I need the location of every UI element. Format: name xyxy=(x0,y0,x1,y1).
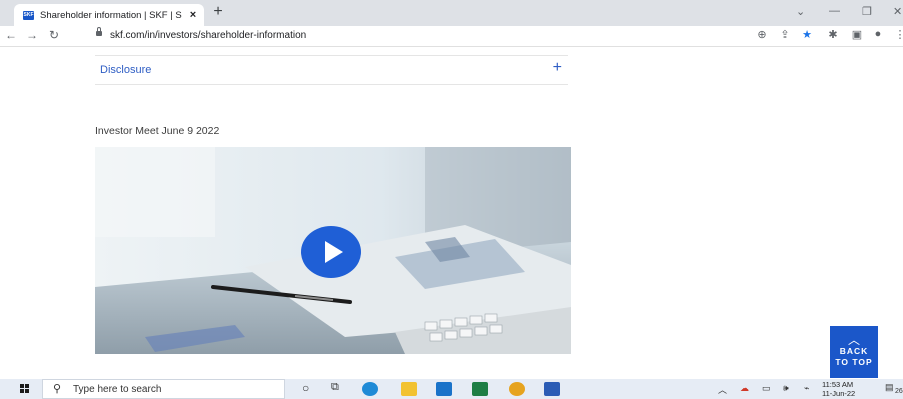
back-to-top-button[interactable]: ︿ BACK TO TOP xyxy=(830,326,878,378)
disclosure-accordion[interactable]: Disclosure + xyxy=(95,55,568,85)
accordion-label: Disclosure xyxy=(100,64,152,76)
search-placeholder: Type here to search xyxy=(73,384,162,395)
browser-tab-strip: SKF Shareholder information | SKF | S × … xyxy=(0,0,903,26)
notification-icon[interactable]: ▤ xyxy=(885,382,894,393)
tray-chevron-icon[interactable]: ︿ xyxy=(718,383,727,396)
tray-app-icon[interactable]: ☁ xyxy=(740,383,749,394)
back-arrow-icon[interactable]: ← xyxy=(4,28,18,42)
cortana-icon[interactable]: ○ xyxy=(302,381,309,395)
menu-icon[interactable]: ⋮ xyxy=(893,28,903,41)
clock-time: 11:53 AM xyxy=(822,380,854,389)
taskbar-search-input[interactable]: ⚲ Type here to search xyxy=(42,379,285,399)
chrome-icon[interactable] xyxy=(509,382,525,396)
back-to-top-line2: TO TOP xyxy=(835,357,873,367)
word-icon[interactable] xyxy=(544,382,560,396)
forward-arrow-icon[interactable]: → xyxy=(25,28,39,42)
reload-icon[interactable]: ↻ xyxy=(47,28,61,42)
tab-title: Shareholder information | SKF | S xyxy=(40,9,182,21)
profile-icon[interactable]: ● xyxy=(871,28,885,40)
file-explorer-icon[interactable] xyxy=(401,382,417,396)
expand-plus-icon[interactable]: + xyxy=(553,60,562,76)
excel-icon[interactable] xyxy=(472,382,488,396)
close-window-button[interactable]: ✕ xyxy=(893,5,902,18)
skf-favicon-icon: SKF xyxy=(23,10,34,20)
tab-close-icon[interactable]: × xyxy=(188,9,198,21)
outlook-icon[interactable] xyxy=(436,382,452,396)
play-icon xyxy=(324,241,343,263)
battery-icon[interactable]: ▭ xyxy=(762,383,771,394)
clock-date: 11-Jun-22 xyxy=(822,389,856,398)
windows-taskbar: ⚲ Type here to search ○ ⧉ ︿ ☁ ▭ 🕪 ⌁ 11:5… xyxy=(0,379,903,399)
search-icon: ⚲ xyxy=(53,383,62,395)
browser-tab[interactable]: SKF Shareholder information | SKF | S × xyxy=(14,4,204,26)
video-title: Investor Meet June 9 2022 xyxy=(95,125,220,137)
back-to-top-line1: BACK xyxy=(839,346,869,356)
lock-icon xyxy=(96,27,102,36)
address-bar[interactable]: skf.com/in/investors/shareholder-informa… xyxy=(110,30,306,41)
notification-count: 26 xyxy=(895,388,903,395)
tab-search-icon[interactable]: ⌄ xyxy=(796,5,805,18)
taskbar-clock[interactable]: 11:53 AM 11-Jun-22 xyxy=(822,380,855,398)
share-icon[interactable]: ⇪ xyxy=(778,28,792,41)
side-panel-icon[interactable]: ▣ xyxy=(850,28,864,41)
volume-icon[interactable]: 🕪 xyxy=(783,383,789,394)
windows-start-icon[interactable] xyxy=(20,384,30,394)
edge-icon[interactable] xyxy=(362,382,378,396)
task-view-icon[interactable]: ⧉ xyxy=(331,381,339,394)
new-tab-button[interactable]: + xyxy=(209,3,227,21)
network-icon[interactable]: ⌁ xyxy=(804,383,809,394)
restore-button[interactable]: ❐ xyxy=(862,5,872,18)
bookmark-star-icon[interactable]: ★ xyxy=(800,28,814,41)
play-video-button[interactable] xyxy=(301,226,361,278)
chevron-up-icon: ︿ xyxy=(847,333,860,347)
zoom-icon[interactable]: ⊕ xyxy=(755,28,769,41)
extensions-icon[interactable]: ✱ xyxy=(826,28,840,41)
minimize-button[interactable]: — xyxy=(829,5,840,17)
